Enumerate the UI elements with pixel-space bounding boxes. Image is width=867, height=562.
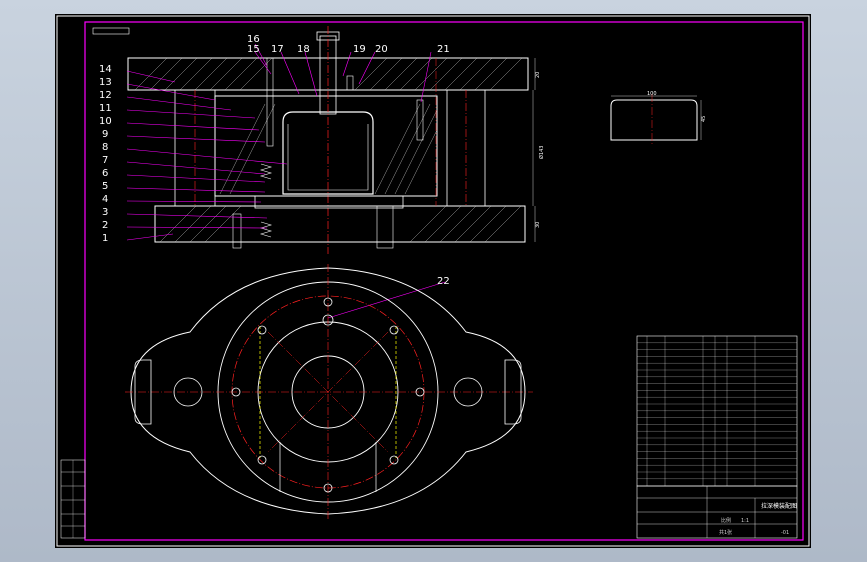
label-15: 15: [247, 44, 260, 55]
label-4: 4: [102, 194, 108, 205]
label-18: 18: [297, 44, 310, 55]
label-20: 20: [375, 44, 388, 55]
parts-list: [636, 335, 798, 487]
label-12: 12: [99, 90, 112, 101]
label-14: 14: [99, 64, 112, 75]
left-screw: [266, 57, 274, 147]
assembly-drawing: 20 30 Ø143 14 13 12 11 10 9 8 7 6 5 4 3 …: [56, 15, 810, 547]
label-9: 9: [102, 129, 108, 140]
label-11: 11: [99, 103, 112, 114]
scale-label: 比例: [721, 517, 731, 524]
label-1: 1: [102, 233, 108, 244]
title-block: 拉深模装配图 比例 1:1 共1张 -01: [636, 335, 798, 539]
drawing-number: -01: [781, 530, 789, 536]
plan-view: [125, 264, 533, 520]
dim-bottom-plate: 30: [535, 222, 541, 228]
dim-height: Ø143: [538, 146, 545, 159]
label-6: 6: [102, 168, 108, 179]
corner-box: [92, 27, 130, 35]
margin-table: [60, 459, 86, 539]
label-5: 5: [102, 181, 108, 192]
label-10: 10: [99, 116, 112, 127]
label-8: 8: [102, 142, 108, 153]
spring-lower: [259, 221, 273, 238]
drawing-title: 拉深模装配图: [761, 502, 797, 510]
dim-top-plate: 20: [535, 72, 541, 78]
label-17: 17: [271, 44, 284, 55]
sheet-total: 共1张: [719, 529, 732, 536]
dim-blank-width: 100: [647, 91, 657, 97]
label-3: 3: [102, 207, 108, 218]
blank-outline: [610, 99, 698, 141]
blank-detail: 100 45: [610, 91, 707, 144]
part-labels: 14 13 12 11 10 9 8 7 6 5 4 3 2 1 16 15 1…: [99, 34, 450, 287]
label-2: 2: [102, 220, 108, 231]
cad-viewport: 20 30 Ø143 14 13 12 11 10 9 8 7 6 5 4 3 …: [0, 0, 867, 562]
spring-upper: [259, 163, 273, 180]
scale-value: 1:1: [741, 518, 749, 524]
drawing-sheet: 20 30 Ø143 14 13 12 11 10 9 8 7 6 5 4 3 …: [55, 14, 811, 548]
label-7: 7: [102, 155, 108, 166]
dim-blank-height: 45: [701, 116, 707, 122]
section-view: 20 30 Ø143: [127, 26, 545, 254]
label-22: 22: [437, 276, 450, 287]
label-19: 19: [353, 44, 366, 55]
label-21: 21: [437, 44, 450, 55]
label-13: 13: [99, 77, 112, 88]
